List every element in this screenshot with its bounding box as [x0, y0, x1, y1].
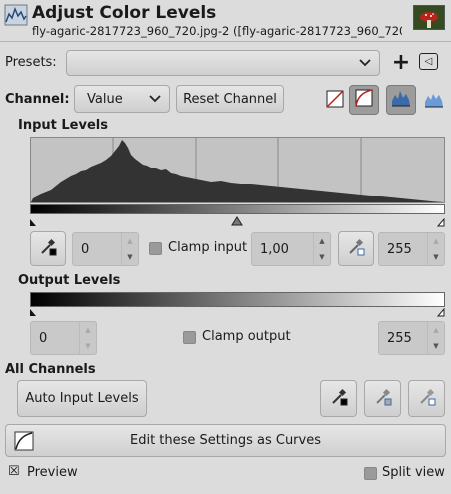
log-histogram-button[interactable] — [349, 85, 379, 115]
presets-combo[interactable] — [66, 50, 380, 76]
dialog-title: Adjust Color Levels — [32, 3, 217, 23]
header-icon — [4, 4, 28, 26]
all-gray-picker-button[interactable] — [364, 380, 401, 417]
input-white-picker-button[interactable] — [338, 231, 374, 266]
presets-label: Presets: — [5, 55, 57, 70]
edit-as-curves-label: Edit these Settings as Curves — [130, 433, 321, 448]
eyedropper-black-icon — [38, 237, 58, 261]
output-levels-title: Output Levels — [18, 273, 121, 288]
clamp-input-label: Clamp input — [168, 240, 248, 255]
input-gamma-spin[interactable]: 1,00 ▲ ▼ — [251, 232, 331, 266]
all-channels-title: All Channels — [5, 362, 96, 377]
log-histogram-icon — [355, 89, 373, 111]
histogram-view — [30, 137, 445, 203]
auto-input-levels-label: Auto Input Levels — [25, 391, 139, 406]
reset-channel-button[interactable]: Reset Channel — [176, 85, 284, 113]
output-gradient-bar — [30, 292, 445, 307]
spin-up-icon[interactable]: ▲ — [80, 322, 96, 338]
preview-checkbox[interactable]: ☒ — [8, 464, 20, 479]
channel-combo[interactable]: Value — [74, 85, 170, 113]
add-preset-button[interactable]: + — [391, 49, 411, 75]
input-gradient-bar — [30, 204, 445, 214]
output-high-value: 255 — [387, 330, 412, 346]
clamp-input-checkbox[interactable] — [149, 242, 162, 255]
input-low-spin[interactable]: 0 ▲ ▼ — [72, 232, 139, 266]
chevron-down-icon — [149, 92, 161, 107]
input-high-handle[interactable] — [436, 216, 445, 231]
header-divider — [0, 41, 451, 42]
spin-up-icon[interactable]: ▲ — [122, 233, 138, 249]
output-low-spin[interactable]: 0 ▲ ▼ — [30, 321, 97, 355]
eyedropper-black-icon — [329, 387, 349, 411]
histogram-filled-icon — [391, 89, 411, 111]
all-white-picker-button[interactable] — [408, 380, 445, 417]
split-view-checkbox[interactable] — [364, 467, 377, 480]
input-gamma-value: 1,00 — [260, 241, 289, 257]
all-black-picker-button[interactable] — [320, 380, 357, 417]
spin-up-icon[interactable]: ▲ — [428, 322, 444, 338]
output-low-handle[interactable] — [29, 306, 37, 321]
plus-icon: + — [391, 49, 411, 75]
chevron-down-icon — [359, 57, 371, 70]
spin-up-icon[interactable]: ▲ — [428, 233, 444, 249]
output-low-arrows[interactable]: ▲ ▼ — [79, 322, 96, 354]
spin-down-icon[interactable]: ▼ — [80, 338, 96, 354]
spin-down-icon[interactable]: ▼ — [428, 338, 444, 354]
input-low-arrows[interactable]: ▲ ▼ — [121, 233, 138, 265]
spin-down-icon[interactable]: ▼ — [122, 249, 138, 265]
histogram-filled-button[interactable] — [386, 85, 416, 115]
input-high-value: 255 — [387, 241, 412, 257]
channel-label: Channel: — [5, 92, 70, 107]
output-high-handle[interactable] — [436, 306, 445, 321]
input-low-value: 0 — [81, 241, 90, 257]
histogram-curve — [31, 140, 444, 202]
input-gamma-arrows[interactable]: ▲ ▼ — [313, 233, 330, 265]
linear-histogram-icon[interactable] — [326, 90, 344, 108]
edit-as-curves-button[interactable]: Edit these Settings as Curves — [5, 424, 446, 457]
curves-icon — [14, 431, 34, 455]
eyedropper-gray-icon — [373, 387, 393, 411]
eyedropper-white-icon — [346, 237, 366, 261]
image-thumbnail — [413, 5, 445, 30]
eyedropper-white-icon — [417, 387, 437, 411]
input-low-handle[interactable] — [29, 216, 37, 231]
input-levels-title: Input Levels — [18, 118, 108, 133]
channel-value: Value — [87, 91, 123, 107]
auto-input-levels-button[interactable]: Auto Input Levels — [17, 380, 147, 417]
spin-down-icon[interactable]: ▼ — [314, 249, 330, 265]
split-view-label: Split view — [382, 465, 445, 480]
input-gamma-handle[interactable] — [231, 215, 243, 230]
dialog-subtitle: fly-agaric-2817723_960_720.jpg-2 ([fly-a… — [32, 24, 402, 38]
clamp-output-label: Clamp output — [202, 329, 291, 344]
clamp-output-checkbox[interactable] — [183, 331, 196, 344]
spin-up-icon[interactable]: ▲ — [314, 233, 330, 249]
input-high-spin[interactable]: 255 ▲ ▼ — [378, 232, 445, 266]
reset-channel-label: Reset Channel — [183, 91, 277, 107]
triangle-left-icon: ◁ — [424, 56, 433, 67]
output-high-spin[interactable]: 255 ▲ ▼ — [378, 321, 445, 355]
output-high-arrows[interactable]: ▲ ▼ — [427, 322, 444, 354]
output-low-value: 0 — [39, 330, 48, 346]
input-black-picker-button[interactable] — [30, 231, 66, 266]
input-high-arrows[interactable]: ▲ ▼ — [427, 233, 444, 265]
preset-menu-button[interactable]: ◁ — [419, 53, 438, 70]
spin-down-icon[interactable]: ▼ — [428, 249, 444, 265]
preview-label: Preview — [27, 465, 78, 480]
histogram-outline-icon[interactable] — [424, 90, 444, 108]
